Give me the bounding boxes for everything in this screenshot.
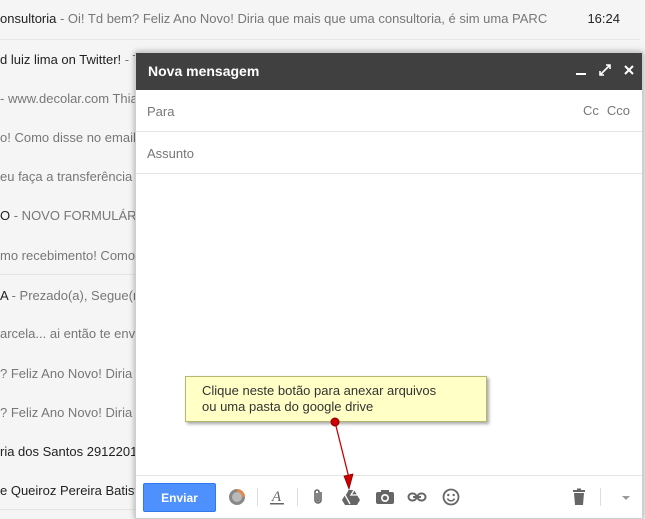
email-sender: onsultoria bbox=[0, 11, 57, 26]
compose-title: Nova mensagem bbox=[148, 63, 260, 79]
email-snippet: - NOVO FORMULÁRI bbox=[10, 208, 141, 223]
toolbar-divider bbox=[297, 488, 298, 506]
email-snippet: eu faça a transferência l bbox=[0, 169, 139, 184]
insert-photo-icon[interactable] bbox=[375, 487, 395, 507]
email-snippet: - www.decolar.com Thiag bbox=[0, 91, 145, 106]
toolbar-divider bbox=[600, 488, 601, 506]
compose-header[interactable]: Nova mensagem bbox=[136, 53, 642, 90]
cc-link[interactable]: Cc bbox=[583, 103, 599, 118]
pointer-arrow bbox=[330, 417, 354, 491]
to-field-row: Cc Cco bbox=[136, 90, 642, 132]
message-body[interactable] bbox=[136, 174, 642, 474]
email-snippet: arcela... ai então te envi bbox=[0, 326, 139, 341]
insert-link-icon[interactable] bbox=[407, 487, 427, 507]
expand-icon[interactable] bbox=[597, 62, 613, 78]
compose-window: Nova mensagem Cc Cco Enviar A bbox=[135, 52, 643, 519]
cc-links: Cc Cco bbox=[575, 103, 630, 118]
format-color-icon[interactable] bbox=[227, 487, 247, 507]
send-button[interactable]: Enviar bbox=[143, 483, 216, 512]
to-input[interactable] bbox=[145, 98, 569, 124]
email-sender: A bbox=[0, 288, 8, 303]
email-sender: O bbox=[0, 208, 11, 223]
google-drive-icon[interactable] bbox=[341, 487, 361, 507]
subject-input[interactable] bbox=[145, 140, 569, 166]
email-snippet: - Prezado(a), Segue(m bbox=[7, 288, 144, 303]
tooltip-line: Clique neste botão para anexar arquivos bbox=[202, 383, 437, 398]
svg-text:A: A bbox=[271, 489, 282, 505]
subject-field-row bbox=[136, 132, 642, 174]
compose-toolbar: Enviar A bbox=[136, 475, 642, 518]
text-format-icon[interactable]: A bbox=[267, 487, 287, 507]
email-snippet: ? Feliz Ano Novo! Diria c bbox=[0, 405, 143, 420]
minimize-icon[interactable] bbox=[573, 62, 589, 78]
insert-emoji-icon[interactable] bbox=[441, 487, 461, 507]
email-snippet: ? Feliz Ano Novo! Diria c bbox=[0, 366, 143, 381]
email-time: 16:24 bbox=[587, 11, 620, 26]
email-sender: e Queiroz Pereira Batiste bbox=[0, 483, 146, 498]
bcc-link[interactable]: Cco bbox=[607, 103, 630, 118]
email-sender: d luiz lima on Twitter! bbox=[0, 52, 122, 67]
email-snippet: - Oi! Td bem? Feliz Ano Novo! Diria que … bbox=[56, 11, 548, 26]
email-snippet: o! Como disse no email bbox=[0, 130, 136, 145]
attach-file-icon[interactable] bbox=[309, 487, 329, 507]
more-options-chevron-down-icon[interactable] bbox=[616, 487, 636, 507]
toolbar-divider bbox=[257, 488, 258, 506]
discard-draft-icon[interactable] bbox=[569, 487, 589, 507]
close-icon[interactable] bbox=[621, 62, 637, 78]
email-sender: ria dos Santos 29122018 bbox=[0, 444, 145, 459]
email-snippet: mo recebimento! Como bbox=[0, 248, 136, 263]
email-row[interactable]: onsultoria - Oi! Td bem? Feliz Ano Novo!… bbox=[0, 0, 640, 40]
